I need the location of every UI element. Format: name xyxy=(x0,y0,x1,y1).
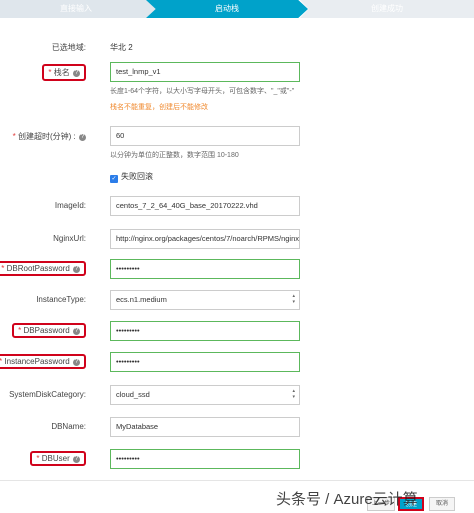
stack-name-input[interactable]: test_lnmp_v1 xyxy=(110,62,300,82)
db-password-input[interactable]: ••••••••• xyxy=(110,321,300,341)
instance-type-label: InstanceType: xyxy=(36,295,86,304)
instance-password-label-text: InstancePassword xyxy=(4,357,70,366)
instance-type-select[interactable]: ecs.n1.medium xyxy=(110,290,300,310)
rollback-checkbox-row[interactable]: ✓ 失败回滚 xyxy=(110,171,153,183)
db-password-label-text: DBPassword xyxy=(23,326,70,335)
region-value: 华北 2 xyxy=(110,43,133,52)
timeout-hint: 以分钟为单位的正整数，数字范围 10-180 xyxy=(110,152,239,159)
help-icon[interactable]: ? xyxy=(73,359,80,366)
nginx-url-input[interactable]: http://nginx.org/packages/centos/7/noarc… xyxy=(110,229,300,249)
stack-name-hint: 长度1-64个字符，以大小写字母开头，可包含数字、"_"或"-" xyxy=(110,88,295,95)
watermark: 头条号 / Azure云计算 xyxy=(276,491,418,508)
colon-text: : xyxy=(73,132,76,141)
timeout-label-text: 创建超时(分钟) xyxy=(17,132,72,141)
timeout-label: * 创建超时(分钟) : ? xyxy=(12,132,86,141)
cancel-button[interactable]: 取消 xyxy=(429,497,455,511)
instance-password-input[interactable]: ••••••••• xyxy=(110,352,300,372)
wizard-steps: 直接输入 启动栈 创建成功 xyxy=(0,0,474,18)
help-icon[interactable]: ? xyxy=(73,328,80,335)
help-icon[interactable]: ? xyxy=(73,456,80,463)
db-password-label: * DBPassword ? xyxy=(12,323,86,338)
stack-name-label: * 栈名 ? xyxy=(42,64,86,81)
db-root-password-label: * DBRootPassword ? xyxy=(0,261,86,276)
image-id-input[interactable]: centos_7_2_64_40G_base_20170222.vhd xyxy=(110,196,300,216)
system-disk-category-select[interactable]: cloud_ssd xyxy=(110,385,300,405)
rollback-label: 失败回滚 xyxy=(121,172,153,181)
system-disk-category-label: SystemDiskCategory: xyxy=(9,390,86,399)
db-name-label: DBName: xyxy=(51,422,86,431)
help-icon[interactable]: ? xyxy=(79,134,86,141)
rollback-checkbox[interactable]: ✓ xyxy=(110,175,118,183)
db-user-label: * DBUser ? xyxy=(30,451,86,466)
region-label: 已选地域: xyxy=(51,43,86,52)
stack-name-label-text: 栈名 xyxy=(53,68,70,77)
step-launch-stack: 启动栈 xyxy=(146,0,308,18)
step-direct-input: 直接输入 xyxy=(0,0,158,18)
instance-password-label: * InstancePassword ? xyxy=(0,354,86,369)
help-icon[interactable]: ? xyxy=(73,266,80,273)
image-id-label: ImageId: xyxy=(54,201,86,210)
db-root-password-label-text: DBRootPassword xyxy=(6,264,70,273)
db-user-input[interactable]: ••••••••• xyxy=(110,449,300,469)
db-user-label-text: DBUser xyxy=(41,454,70,463)
nginx-url-label: NginxUrl: xyxy=(53,234,86,243)
stack-name-warning: 栈名不能重复，创建后不能修改 xyxy=(110,104,208,111)
timeout-input[interactable]: 60 xyxy=(110,126,300,146)
help-icon[interactable]: ? xyxy=(73,70,80,77)
db-root-password-input[interactable]: ••••••••• xyxy=(110,259,300,279)
db-name-input[interactable]: MyDatabase xyxy=(110,417,300,437)
step-create-success: 创建成功 xyxy=(300,0,474,18)
